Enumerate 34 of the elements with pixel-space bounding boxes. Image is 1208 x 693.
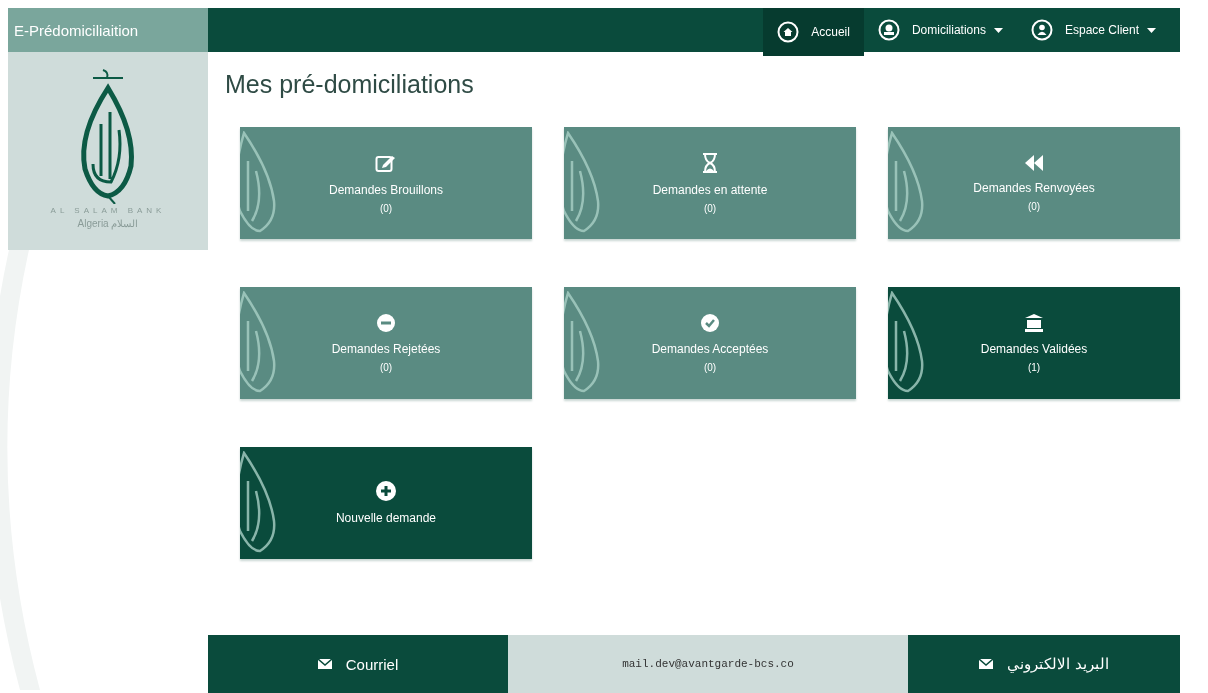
email-address: mail.dev@avantgarde-bcs.co <box>622 658 794 670</box>
count-label: (1) <box>1027 361 1041 373</box>
count-label: (0) <box>379 202 393 214</box>
dashboard-tile[interactable]: Demandes en attente (0) <box>564 127 856 239</box>
dashboard-tile[interactable]: Demandes Renvoyées (0) <box>888 127 1180 239</box>
minus-circle-icon <box>377 313 395 332</box>
home-icon <box>777 21 800 43</box>
nav-link[interactable]: Espace Client <box>1016 8 1170 52</box>
count-label: (0) <box>379 361 393 373</box>
envelope-icon <box>979 659 994 669</box>
nav-link[interactable]: Domiciliations <box>863 8 1017 52</box>
bank-building-icon <box>1024 313 1044 332</box>
dashboard-tile[interactable]: Demandes Brouillons (0) <box>240 127 532 239</box>
hourglass-icon <box>702 152 718 173</box>
email-label: Courriel <box>345 655 399 673</box>
bank-icon <box>877 19 900 41</box>
logo-text: AL SALAM BANK <box>50 206 166 215</box>
dashboard-tile[interactable]: Demandes Validées (1) <box>888 287 1180 399</box>
plus-circle-icon <box>376 481 396 501</box>
logo-subtitle: Algeria السلام <box>77 218 139 229</box>
page-title: Mes pré-domiciliations <box>225 70 475 99</box>
rewind-icon <box>1024 154 1044 171</box>
count-label: (0) <box>703 202 717 214</box>
brand-title[interactable]: E-Prédomiciliaition <box>8 8 208 52</box>
count-label: (0) <box>1027 200 1041 212</box>
nav-link[interactable]: Accueil <box>763 8 864 56</box>
envelope-icon <box>317 659 332 669</box>
dashboard-tile[interactable]: Demandes Rejetées (0) <box>240 287 532 399</box>
count-label: (0) <box>703 361 717 373</box>
user-icon <box>1030 19 1053 41</box>
dashboard-tile[interactable]: Nouvelle demande <box>240 447 532 559</box>
email-label: البريد الالكتروني <box>1007 655 1109 673</box>
dashboard-tile[interactable]: Demandes Acceptées (0) <box>564 287 856 399</box>
check-circle-icon <box>701 313 719 332</box>
